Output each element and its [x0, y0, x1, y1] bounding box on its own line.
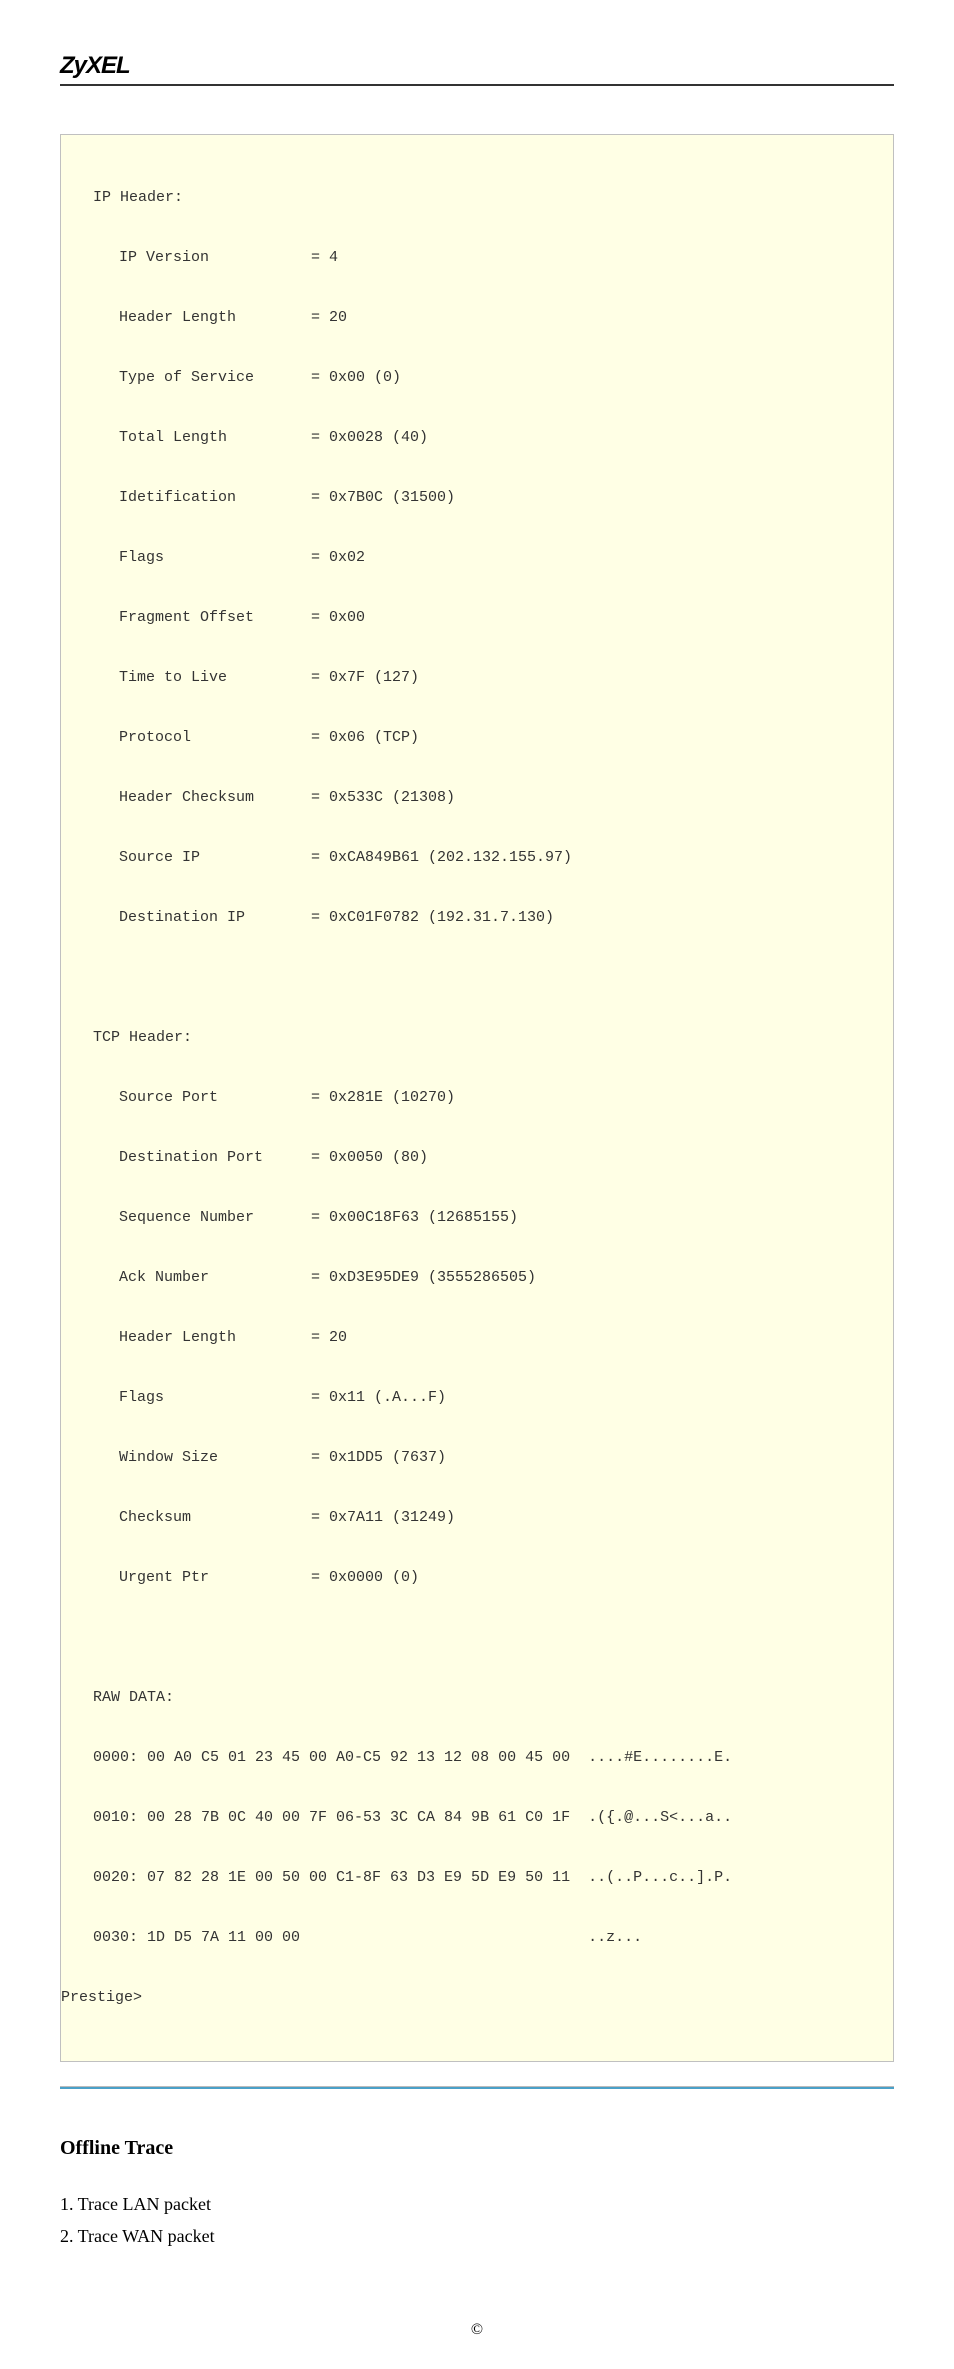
tcp-field-value: = 0x7A11 (31249) — [311, 1509, 455, 1526]
tcp-field-value: = 0x0000 (0) — [311, 1569, 419, 1586]
ip-field-label: Fragment Offset — [119, 603, 311, 633]
tcp-field-label: Source Port — [119, 1083, 311, 1113]
ip-field-value: = 0x00 — [311, 609, 365, 626]
tcp-field: Urgent Ptr= 0x0000 (0) — [61, 1563, 893, 1593]
ip-field-value: = 0x7F (127) — [311, 669, 419, 686]
raw-data-line: 0010: 00 28 7B 0C 40 00 7F 06-53 3C CA 8… — [61, 1803, 893, 1833]
tcp-field: Header Length= 20 — [61, 1323, 893, 1353]
ip-field: Protocol= 0x06 (TCP) — [61, 723, 893, 753]
tcp-field-value: = 0x1DD5 (7637) — [311, 1449, 446, 1466]
raw-data-line: 0030: 1D D5 7A 11 00 00 ..z... — [61, 1923, 893, 1953]
tcp-field: Destination Port= 0x0050 (80) — [61, 1143, 893, 1173]
ip-field-value: = 20 — [311, 309, 347, 326]
ip-field-label: Header Length — [119, 303, 311, 333]
tcp-field: Checksum= 0x7A11 (31249) — [61, 1503, 893, 1533]
ip-field-label: Source IP — [119, 843, 311, 873]
header-underline — [60, 84, 894, 86]
ip-field: Total Length= 0x0028 (40) — [61, 423, 893, 453]
ip-field: Header Checksum= 0x533C (21308) — [61, 783, 893, 813]
tcp-field-value: = 0x0050 (80) — [311, 1149, 428, 1166]
tcp-field-label: Window Size — [119, 1443, 311, 1473]
ip-header-title: IP Header: — [61, 183, 893, 213]
list-item: 1. Trace LAN packet — [60, 2188, 894, 2220]
ip-field-value: = 4 — [311, 249, 338, 266]
packet-dump-box: IP Header: IP Version= 4 Header Length= … — [60, 134, 894, 2062]
ip-field: Idetification= 0x7B0C (31500) — [61, 483, 893, 513]
raw-data-line: 0000: 00 A0 C5 01 23 45 00 A0-C5 92 13 1… — [61, 1743, 893, 1773]
ip-field-label: Flags — [119, 543, 311, 573]
list-item: 2. Trace WAN packet — [60, 2220, 894, 2252]
blank-line — [61, 963, 893, 993]
ip-field-value: = 0x02 — [311, 549, 365, 566]
ip-field: Header Length= 20 — [61, 303, 893, 333]
tcp-field-label: Sequence Number — [119, 1203, 311, 1233]
ip-field-label: Time to Live — [119, 663, 311, 693]
tcp-field-value: = 0x00C18F63 (12685155) — [311, 1209, 518, 1226]
ip-field-label: IP Version — [119, 243, 311, 273]
ip-field-value: = 0xC01F0782 (192.31.7.130) — [311, 909, 554, 926]
tcp-field-label: Flags — [119, 1383, 311, 1413]
tcp-field-label: Destination Port — [119, 1143, 311, 1173]
ip-field-value: = 0x533C (21308) — [311, 789, 455, 806]
raw-data-line: 0020: 07 82 28 1E 00 50 00 C1-8F 63 D3 E… — [61, 1863, 893, 1893]
tcp-field: Window Size= 0x1DD5 (7637) — [61, 1443, 893, 1473]
ip-field-label: Type of Service — [119, 363, 311, 393]
ip-field: Source IP= 0xCA849B61 (202.132.155.97) — [61, 843, 893, 873]
tcp-field-label: Checksum — [119, 1503, 311, 1533]
ip-field-value: = 0x00 (0) — [311, 369, 401, 386]
tcp-field: Sequence Number= 0x00C18F63 (12685155) — [61, 1203, 893, 1233]
footer-copyright: © — [60, 2321, 894, 2339]
raw-data-title: RAW DATA: — [61, 1683, 893, 1713]
ip-field-label: Protocol — [119, 723, 311, 753]
offline-trace-heading: Offline Trace — [60, 2137, 894, 2160]
ip-field-value: = 0xCA849B61 (202.132.155.97) — [311, 849, 572, 866]
ip-field-value: = 0x7B0C (31500) — [311, 489, 455, 506]
brand-logo: ZyXEL — [60, 52, 894, 80]
tcp-field-value: = 20 — [311, 1329, 347, 1346]
offline-trace-list: 1. Trace LAN packet 2. Trace WAN packet — [60, 2188, 894, 2253]
tcp-field-value: = 0x11 (.A...F) — [311, 1389, 446, 1406]
ip-field-label: Idetification — [119, 483, 311, 513]
tcp-field-label: Header Length — [119, 1323, 311, 1353]
tcp-field: Ack Number= 0xD3E95DE9 (3555286505) — [61, 1263, 893, 1293]
section-divider — [60, 2086, 894, 2089]
cli-prompt: Prestige> — [61, 1983, 893, 2013]
ip-field: IP Version= 4 — [61, 243, 893, 273]
ip-field-value: = 0x06 (TCP) — [311, 729, 419, 746]
ip-field: Destination IP= 0xC01F0782 (192.31.7.130… — [61, 903, 893, 933]
tcp-field-label: Urgent Ptr — [119, 1563, 311, 1593]
tcp-header-title: TCP Header: — [61, 1023, 893, 1053]
tcp-field: Source Port= 0x281E (10270) — [61, 1083, 893, 1113]
header: ZyXEL — [60, 52, 894, 86]
tcp-field-value: = 0xD3E95DE9 (3555286505) — [311, 1269, 536, 1286]
tcp-field-value: = 0x281E (10270) — [311, 1089, 455, 1106]
ip-field: Time to Live= 0x7F (127) — [61, 663, 893, 693]
ip-field-label: Header Checksum — [119, 783, 311, 813]
tcp-field: Flags= 0x11 (.A...F) — [61, 1383, 893, 1413]
ip-field-label: Total Length — [119, 423, 311, 453]
ip-field: Fragment Offset= 0x00 — [61, 603, 893, 633]
ip-field-label: Destination IP — [119, 903, 311, 933]
ip-field: Flags= 0x02 — [61, 543, 893, 573]
ip-field: Type of Service= 0x00 (0) — [61, 363, 893, 393]
ip-field-value: = 0x0028 (40) — [311, 429, 428, 446]
tcp-field-label: Ack Number — [119, 1263, 311, 1293]
blank-line — [61, 1623, 893, 1653]
